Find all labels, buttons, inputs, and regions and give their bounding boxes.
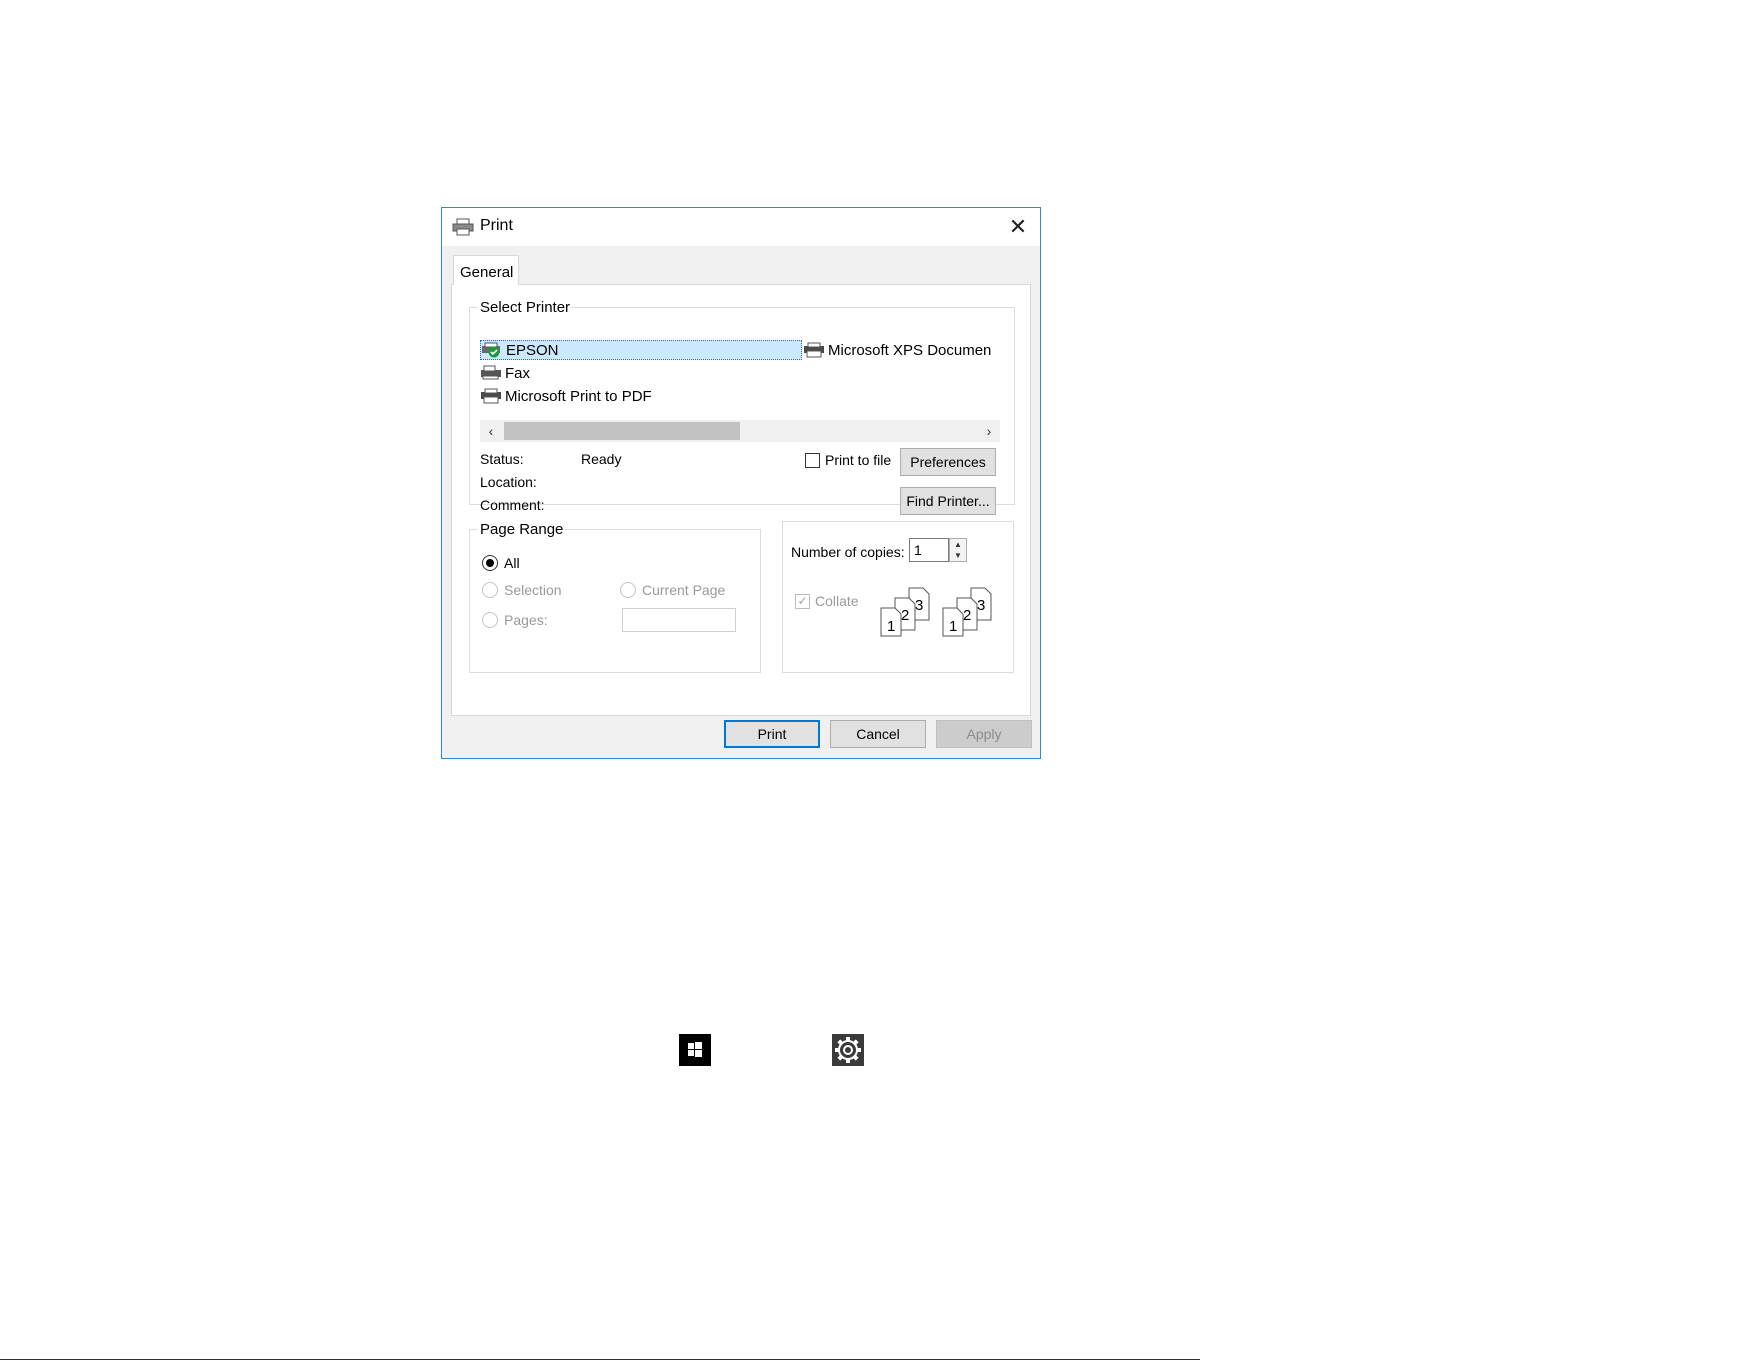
page-range-group: Page Range All Selection Current Page Pa… bbox=[469, 521, 761, 673]
print-to-file-checkbox[interactable] bbox=[805, 453, 820, 468]
location-label: Location: bbox=[480, 474, 537, 490]
collate-page-2: 2 bbox=[901, 607, 909, 624]
close-button[interactable]: ✕ bbox=[996, 208, 1040, 246]
collate-page-3: 3 bbox=[915, 597, 923, 614]
print-to-file-label: Print to file bbox=[825, 452, 892, 468]
printer-item-microsoft-print-to-pdf[interactable]: Microsoft Print to PDF bbox=[480, 386, 652, 406]
printer-icon bbox=[804, 342, 824, 358]
scrollbar-thumb[interactable] bbox=[504, 422, 740, 440]
collate-stack-2: 1 2 3 bbox=[942, 587, 992, 637]
number-of-copies-label: Number of copies: bbox=[791, 544, 905, 560]
settings-gear-icon bbox=[832, 1034, 864, 1066]
printer-name: EPSON bbox=[506, 341, 559, 359]
collate-page-2: 2 bbox=[963, 607, 971, 624]
copies-group: Number of copies: 1 ▲ ▼ ✓ Collate 1 2 3 bbox=[782, 521, 1014, 673]
comment-label: Comment: bbox=[480, 497, 545, 513]
selection-label: Selection bbox=[504, 582, 562, 598]
printer-list-scrollbar[interactable]: ‹ › bbox=[480, 420, 1000, 442]
scroll-right-icon[interactable]: › bbox=[978, 420, 1000, 442]
select-printer-group: Select Printer EPSON Fax Microsoft Print… bbox=[469, 299, 1015, 515]
spin-down-icon[interactable]: ▼ bbox=[950, 550, 966, 561]
printer-default-icon bbox=[482, 342, 500, 358]
close-icon: ✕ bbox=[1008, 214, 1028, 239]
apply-button[interactable]: Apply bbox=[936, 720, 1032, 748]
copies-input[interactable]: 1 bbox=[909, 538, 949, 562]
current-page-label: Current Page bbox=[642, 582, 726, 598]
collate-page-1: 1 bbox=[949, 618, 957, 635]
title-bar: Print ✕ bbox=[442, 208, 1040, 246]
collate-pages-icon: 1 2 3 1 2 3 bbox=[880, 587, 992, 637]
printer-item-microsoft-xps-document[interactable]: Microsoft XPS Documen bbox=[803, 340, 1000, 360]
print-button[interactable]: Print bbox=[724, 720, 820, 748]
selection-radio[interactable] bbox=[482, 582, 498, 598]
pages-label: Pages: bbox=[504, 612, 548, 628]
print-dialog: Print ✕ General Select Printer EPSON Fax… bbox=[441, 207, 1041, 759]
pages-radio[interactable] bbox=[482, 612, 498, 628]
all-label: All bbox=[504, 555, 520, 571]
pages-input[interactable] bbox=[622, 608, 736, 632]
collate-checkbox[interactable]: ✓ bbox=[795, 594, 810, 609]
tab-general[interactable]: General bbox=[453, 255, 519, 285]
status-value: Ready bbox=[581, 451, 622, 467]
printer-icon bbox=[481, 388, 501, 404]
copies-spinner[interactable]: ▲ ▼ bbox=[949, 538, 967, 562]
printer-item-fax[interactable]: Fax bbox=[480, 363, 530, 383]
collate-page-3: 3 bbox=[977, 597, 985, 614]
page-range-legend: Page Range bbox=[480, 521, 564, 538]
printer-list[interactable]: EPSON Fax Microsoft Print to PDF Microso… bbox=[480, 338, 1000, 418]
all-radio[interactable] bbox=[482, 555, 498, 571]
scroll-left-icon[interactable]: ‹ bbox=[480, 420, 502, 442]
printer-name: Microsoft Print to PDF bbox=[505, 387, 652, 405]
select-printer-legend: Select Printer bbox=[480, 299, 571, 316]
dialog-title: Print bbox=[480, 217, 513, 234]
windows-start-icon bbox=[679, 1034, 711, 1066]
preferences-button[interactable]: Preferences bbox=[900, 448, 996, 476]
page-bottom-rule bbox=[0, 1359, 1200, 1360]
cancel-button[interactable]: Cancel bbox=[830, 720, 926, 748]
collate-label: Collate bbox=[815, 593, 859, 609]
fax-icon bbox=[481, 365, 501, 380]
printer-name: Microsoft XPS Documen bbox=[828, 341, 992, 359]
printer-icon bbox=[452, 218, 474, 236]
printer-name: Fax bbox=[505, 364, 531, 382]
status-label: Status: bbox=[480, 451, 524, 467]
find-printer-button[interactable]: Find Printer... bbox=[900, 487, 996, 515]
general-tab-panel: Select Printer EPSON Fax Microsoft Print… bbox=[451, 284, 1031, 716]
collate-stack-1: 1 2 3 bbox=[880, 587, 930, 637]
collate-page-1: 1 bbox=[887, 618, 895, 635]
printer-item-epson[interactable]: EPSON bbox=[480, 340, 802, 360]
current-page-radio[interactable] bbox=[620, 582, 636, 598]
spin-up-icon[interactable]: ▲ bbox=[950, 539, 966, 550]
